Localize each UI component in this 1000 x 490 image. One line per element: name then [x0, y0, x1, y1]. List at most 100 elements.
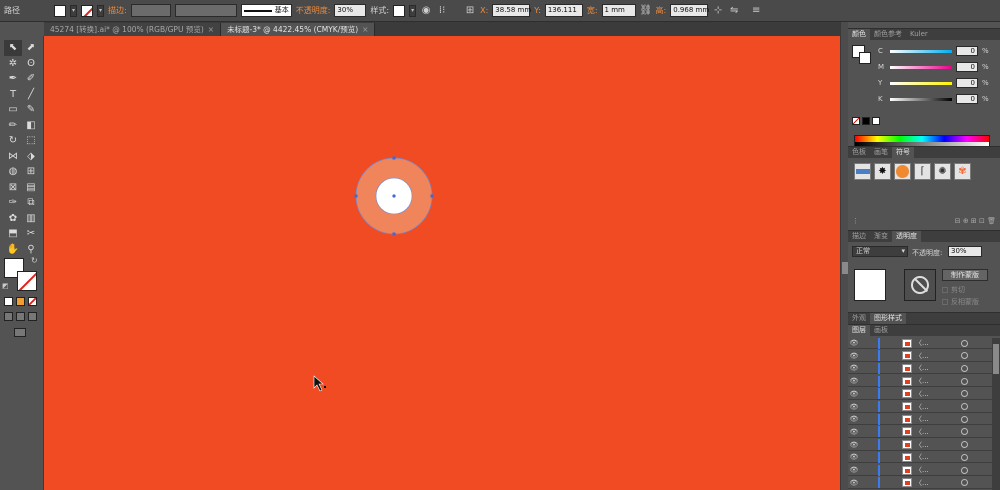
- graphic-style-dropdown[interactable]: ▾: [409, 4, 417, 17]
- target-circle-icon[interactable]: [961, 339, 968, 347]
- target-circle-icon[interactable]: [961, 364, 968, 372]
- eyedropper-tool[interactable]: ✑: [4, 195, 22, 211]
- symbol-blue-banner[interactable]: [854, 163, 871, 180]
- yellow-slider[interactable]: [890, 81, 952, 85]
- target-circle-icon[interactable]: [961, 428, 968, 436]
- canvas-vertical-scrollbar[interactable]: [840, 22, 848, 490]
- close-tab-icon[interactable]: ×: [362, 23, 368, 36]
- opacity-input[interactable]: 30%: [334, 4, 367, 17]
- tab-layers[interactable]: 图层: [848, 325, 870, 336]
- free-transform-tool[interactable]: ⬗: [22, 149, 40, 165]
- visibility-eye-icon[interactable]: 👁: [848, 428, 860, 436]
- draw-normal-icon[interactable]: [4, 312, 13, 321]
- cyan-slider[interactable]: [890, 49, 952, 53]
- rotate-tool[interactable]: ↻: [4, 133, 22, 149]
- tab-appearance[interactable]: 外观: [848, 313, 870, 324]
- layers-scrollbar-thumb[interactable]: [993, 344, 999, 374]
- anchor-point-left[interactable]: [354, 194, 358, 198]
- target-circle-icon[interactable]: [961, 352, 968, 360]
- tab-brushes[interactable]: 画笔: [870, 147, 892, 158]
- rectangle-tool[interactable]: ▭: [4, 102, 22, 118]
- color-stroke-box[interactable]: [859, 52, 871, 64]
- layer-row[interactable]: 👁 〈...: [848, 451, 992, 464]
- symbol-sprayer-tool[interactable]: ✿: [4, 211, 22, 227]
- target-circle-icon[interactable]: [961, 453, 968, 461]
- make-mask-button[interactable]: 制作蒙版: [942, 269, 988, 281]
- visibility-eye-icon[interactable]: 👁: [848, 479, 860, 487]
- pencil-tool[interactable]: ✏: [4, 118, 22, 134]
- width-tool[interactable]: ⋈: [4, 149, 22, 165]
- tab-gradient[interactable]: 渐变: [870, 231, 892, 242]
- layer-row[interactable]: 👁 〈...: [848, 426, 992, 438]
- curvature-tool[interactable]: ✐: [22, 71, 40, 87]
- close-tab-icon[interactable]: ×: [208, 23, 214, 36]
- target-circle-icon[interactable]: [961, 441, 968, 449]
- layer-row[interactable]: 👁 〈...: [848, 413, 992, 426]
- anchor-point-top[interactable]: [392, 156, 396, 160]
- blend-tool[interactable]: ⧉: [22, 195, 40, 211]
- symbol-bracket[interactable]: ⌈: [914, 163, 931, 180]
- layer-row[interactable]: 👁 〈...: [848, 388, 992, 400]
- anchor-point-right[interactable]: [430, 194, 434, 198]
- layers-scrollbar[interactable]: [992, 338, 1000, 490]
- layer-row[interactable]: 👁 〈...: [848, 362, 992, 375]
- black-input[interactable]: 0: [956, 94, 978, 104]
- x-label[interactable]: X:: [480, 6, 488, 15]
- stroke-weight-field[interactable]: [130, 4, 171, 17]
- type-tool[interactable]: T: [4, 87, 22, 103]
- magic-wand-tool[interactable]: ✲: [4, 56, 22, 72]
- height-input[interactable]: 0.968 mm: [670, 4, 709, 17]
- artboard-tool[interactable]: ⬒: [4, 226, 22, 242]
- tab-transparency[interactable]: 透明度: [892, 231, 921, 242]
- height-label[interactable]: 高:: [656, 5, 667, 16]
- tab-stroke[interactable]: 描边: [848, 231, 870, 242]
- transparency-opacity-input[interactable]: 30%: [948, 246, 982, 257]
- visibility-eye-icon[interactable]: 👁: [848, 390, 860, 398]
- variable-width-profile[interactable]: [174, 4, 237, 17]
- none-mode-icon[interactable]: [28, 297, 37, 306]
- recolor-artwork-icon[interactable]: ◉: [420, 5, 432, 17]
- none-swatch[interactable]: [852, 117, 860, 125]
- target-circle-icon[interactable]: [961, 390, 968, 398]
- gradient-tool[interactable]: ▤: [22, 180, 40, 196]
- align-icon[interactable]: ⁞⁝: [436, 5, 448, 17]
- layer-row[interactable]: 👁 〈...: [848, 350, 992, 362]
- layer-row[interactable]: 👁 〈...: [848, 439, 992, 451]
- width-label[interactable]: 宽:: [587, 5, 598, 16]
- visibility-eye-icon[interactable]: 👁: [848, 364, 860, 372]
- stroke-box[interactable]: [17, 271, 37, 291]
- fill-color-swatch[interactable]: [54, 4, 66, 17]
- layer-row[interactable]: 👁 〈...: [848, 464, 992, 476]
- transform-icon[interactable]: ⊹: [712, 5, 724, 17]
- graphic-style-swatch[interactable]: [393, 4, 406, 17]
- visibility-eye-icon[interactable]: 👁: [848, 441, 860, 449]
- clip-checkbox[interactable]: 剪切: [942, 285, 965, 295]
- layer-row[interactable]: 👁 〈...: [848, 337, 992, 349]
- symbol-ink-splat[interactable]: ✸: [874, 163, 891, 180]
- tab-graphic-styles[interactable]: 图形样式: [870, 313, 906, 324]
- blend-mode-select[interactable]: 正常 ▾: [852, 246, 908, 257]
- brush-definition-select[interactable]: 基本: [240, 4, 292, 17]
- tab-kuler[interactable]: Kuler: [906, 29, 932, 40]
- stroke-color-swatch[interactable]: [81, 4, 93, 17]
- paintbrush-tool[interactable]: ✎: [22, 102, 40, 118]
- visibility-eye-icon[interactable]: 👁: [848, 352, 860, 360]
- magenta-slider[interactable]: [890, 65, 952, 69]
- tab-artboards[interactable]: 画板: [870, 325, 892, 336]
- pen-tool[interactable]: ✒: [4, 71, 22, 87]
- line-tool[interactable]: ╱: [22, 87, 40, 103]
- perspective-tool[interactable]: ⊞: [22, 164, 40, 180]
- color-mode-icon[interactable]: [4, 297, 13, 306]
- selection-tool[interactable]: ⬉: [4, 40, 22, 56]
- magenta-input[interactable]: 0: [956, 62, 978, 72]
- symbol-orange-flower[interactable]: ✾: [954, 163, 971, 180]
- visibility-eye-icon[interactable]: 👁: [848, 403, 860, 411]
- mask-thumbnail[interactable]: [904, 269, 936, 301]
- artboard-canvas[interactable]: [44, 36, 840, 490]
- invert-mask-checkbox[interactable]: 反相蒙版: [942, 297, 979, 307]
- y-input[interactable]: 136.111: [544, 4, 583, 17]
- mesh-tool[interactable]: ⊠: [4, 180, 22, 196]
- target-circle-icon[interactable]: [961, 415, 968, 423]
- tab-color-guide[interactable]: 颜色参考: [870, 29, 906, 40]
- hand-tool[interactable]: ✋: [4, 242, 22, 258]
